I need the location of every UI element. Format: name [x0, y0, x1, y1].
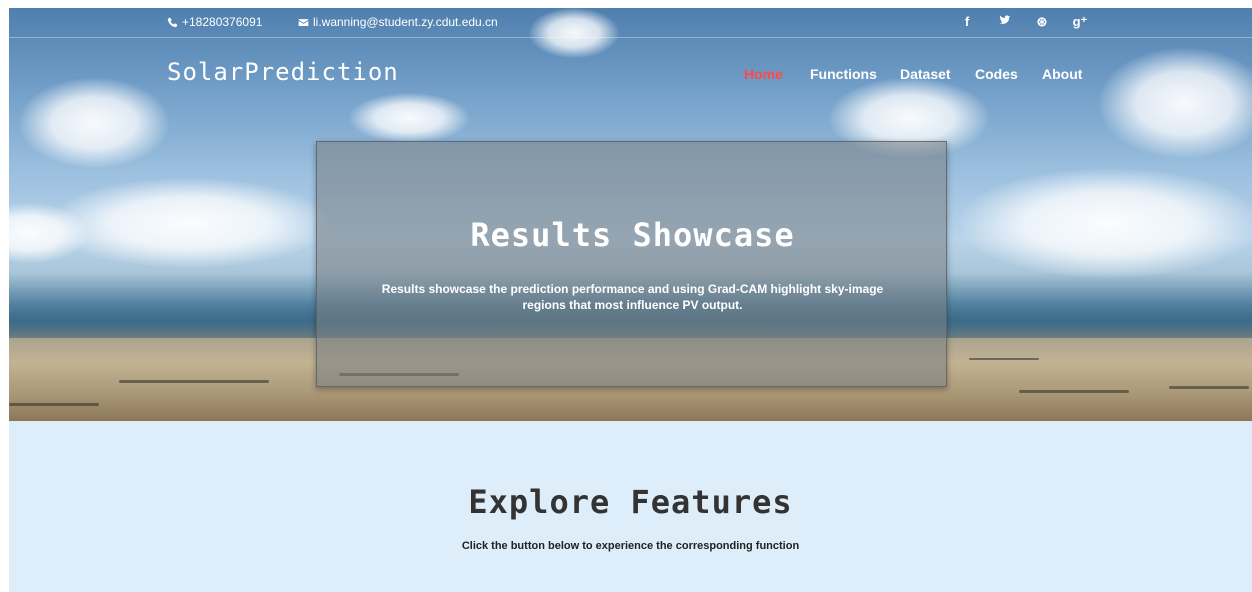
brand-logo[interactable]: SolarPrediction [167, 58, 399, 86]
contact-bar: +18280376091 li.wanning@student.zy.cdut.… [9, 8, 1252, 38]
twitter-icon[interactable] [997, 14, 1013, 29]
page-frame: +18280376091 li.wanning@student.zy.cdut.… [9, 8, 1252, 592]
ground-streak [969, 358, 1039, 360]
ground-streak [1169, 386, 1249, 389]
explore-subtitle: Click the button below to experience the… [461, 540, 800, 552]
cloud-decoration [349, 93, 469, 143]
email-address: li.wanning@student.zy.cdut.edu.cn [313, 15, 498, 29]
nav-functions[interactable]: Functions [810, 66, 877, 82]
ground-streak [1019, 390, 1129, 393]
envelope-icon [298, 18, 309, 26]
nav-codes[interactable]: Codes [975, 66, 1018, 82]
hero-banner: +18280376091 li.wanning@student.zy.cdut.… [9, 8, 1252, 421]
nav-home[interactable]: Home [744, 66, 783, 82]
cloud-decoration [19, 78, 169, 168]
ground-streak [119, 380, 269, 383]
nav-about[interactable]: About [1042, 66, 1082, 82]
explore-features-section: Explore Features Click the button below … [9, 421, 1252, 592]
google-plus-icon[interactable]: g⁺ [1072, 14, 1088, 30]
cloud-decoration [49, 178, 329, 268]
ground-streak [9, 403, 99, 406]
dribbble-icon[interactable]: ⊛ [1034, 14, 1050, 30]
showcase-title: Results Showcase [470, 216, 795, 254]
cloud-decoration [1099, 48, 1252, 158]
email-contact[interactable]: li.wanning@student.zy.cdut.edu.cn [298, 15, 498, 29]
twitter-bird-icon [999, 15, 1011, 24]
facebook-icon[interactable]: f [959, 14, 975, 29]
explore-title: Explore Features [468, 483, 793, 521]
nav-dataset[interactable]: Dataset [900, 66, 951, 82]
showcase-description: Results showcase the prediction performa… [381, 282, 884, 312]
phone-icon [167, 17, 178, 27]
cloud-decoration [959, 168, 1252, 278]
phone-contact[interactable]: +18280376091 [167, 15, 262, 29]
results-showcase-panel: Results Showcase Results showcase the pr… [316, 141, 947, 387]
phone-number: +18280376091 [182, 15, 263, 29]
